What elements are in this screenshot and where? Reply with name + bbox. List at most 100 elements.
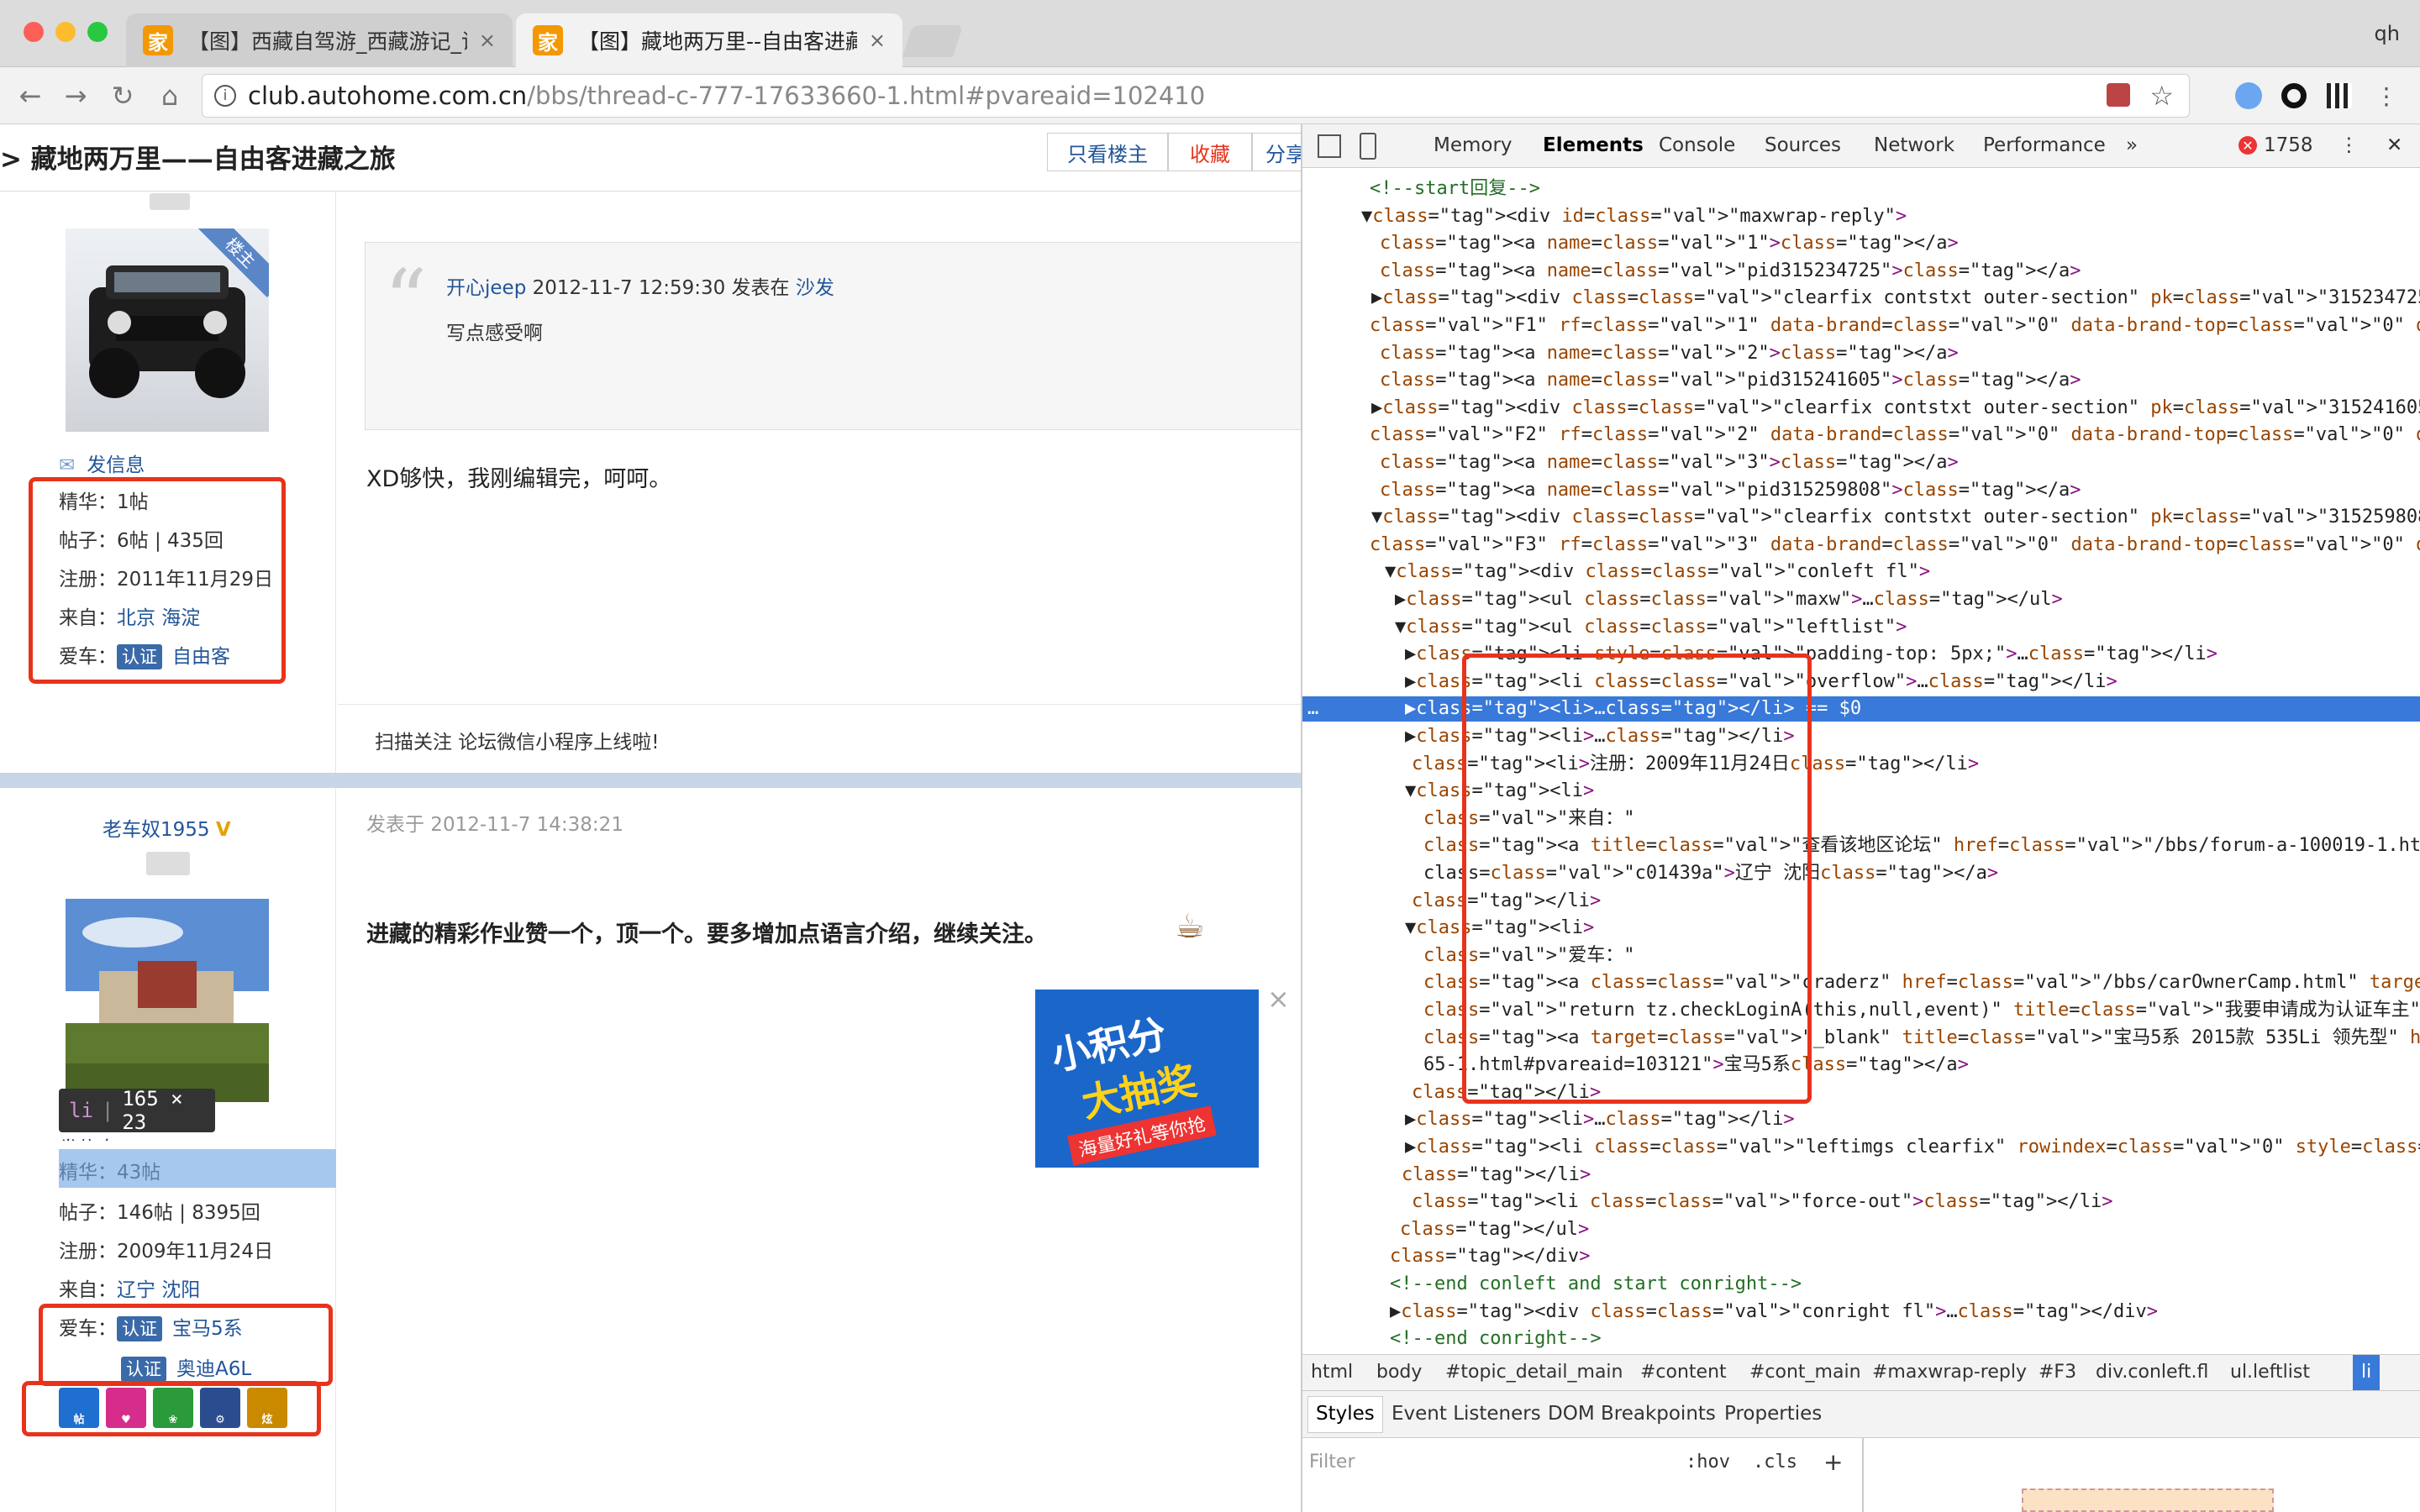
error-count[interactable]: 1758: [2264, 134, 2313, 156]
breadcrumb-item[interactable]: body: [1376, 1362, 1422, 1383]
tab-dom-breakpoints[interactable]: DOM Breakpoints: [1548, 1403, 1716, 1425]
extension-blocked-icon[interactable]: [2107, 83, 2130, 107]
add-style-rule-icon[interactable]: +: [1823, 1448, 1843, 1476]
dom-node-line[interactable]: class="tag"><a name=class="val">"pid3152…: [1302, 368, 2420, 393]
reload-icon[interactable]: ↻: [104, 77, 141, 114]
location-link[interactable]: 辽宁 沈阳: [117, 1279, 200, 1301]
only-op-button[interactable]: 只看楼主: [1047, 133, 1168, 171]
breadcrumb-item-active[interactable]: li: [2353, 1355, 2381, 1390]
more-tabs-icon[interactable]: »: [2126, 134, 2138, 156]
ad-banner[interactable]: 小积分 大抽奖 海量好礼等你抢: [1035, 990, 1259, 1168]
dom-node-line[interactable]: ▶class="tag"><ul class=class="val">"maxw…: [1302, 587, 2420, 612]
forward-icon[interactable]: →: [57, 77, 94, 114]
dom-node-line[interactable]: <!--start回复-->: [1302, 176, 2420, 202]
minimize-window-button[interactable]: [55, 22, 76, 42]
url-path: /bbs/thread-c-777-17633660-1.html#pvarea…: [527, 81, 1206, 110]
dom-node-line[interactable]: ▶class="tag"><li>…class="tag"></li>: [1302, 1107, 2420, 1132]
dom-node-line[interactable]: class="tag"></div>: [1302, 1244, 2420, 1269]
class-toggle[interactable]: .cls: [1753, 1452, 1797, 1473]
address-bar[interactable]: i club.autohome.com.cn/bbs/thread-c-777-…: [202, 74, 2190, 118]
close-window-button[interactable]: [24, 22, 44, 42]
favorite-button[interactable]: 收藏: [1168, 133, 1252, 171]
avatar[interactable]: 楼主: [66, 228, 269, 432]
tab-network[interactable]: Network: [1874, 134, 1954, 156]
quote-user-link[interactable]: 开心jeep: [446, 277, 526, 299]
send-message-link[interactable]: 发信息: [59, 1132, 336, 1141]
dom-node-line[interactable]: class="tag"></ul>: [1302, 1217, 2420, 1242]
username-link[interactable]: 老车奴1955: [103, 819, 210, 841]
tab-sources[interactable]: Sources: [1765, 134, 1841, 156]
dom-node-line[interactable]: ▶class="tag"><div class=class="val">"cle…: [1302, 396, 2420, 421]
tab-memory[interactable]: Memory: [1434, 134, 1512, 156]
breadcrumb-item[interactable]: #F3: [2039, 1362, 2076, 1383]
devtools-element-tooltip: li | 165 × 23: [59, 1087, 215, 1134]
breadcrumb-item[interactable]: #content: [1640, 1362, 1727, 1383]
dom-node-line[interactable]: class="tag"><a name=class="val">"3">clas…: [1302, 450, 2420, 475]
extension-blue-icon[interactable]: [2233, 81, 2264, 111]
new-tab-button[interactable]: [902, 25, 964, 57]
zoom-window-button[interactable]: [87, 22, 108, 42]
tab-properties[interactable]: Properties: [1724, 1403, 1822, 1425]
coffee-emoji-icon: ☕: [1175, 907, 1205, 946]
tab-console[interactable]: Console: [1659, 134, 1735, 156]
inspect-element-icon[interactable]: [1318, 134, 1341, 158]
avatar[interactable]: [66, 899, 269, 1102]
dom-node-line[interactable]: <!--end conright-->: [1302, 1326, 2420, 1352]
node-actions-icon[interactable]: …: [1307, 696, 1318, 722]
dom-node-line[interactable]: ▼class="tag"><div class=class="val">"con…: [1302, 559, 2420, 585]
tab-close-icon[interactable]: ×: [479, 29, 496, 52]
extension-circle-icon[interactable]: [2279, 81, 2309, 111]
dom-node-line[interactable]: class="tag"><a name=class="val">"pid3152…: [1302, 478, 2420, 503]
profile-name[interactable]: qh: [2375, 22, 2400, 45]
send-message-link[interactable]: ✉ 发信息: [59, 449, 145, 477]
stat-jinghua: 精华：43帖: [59, 1162, 161, 1184]
tab-performance[interactable]: Performance: [1983, 134, 2106, 156]
menu-icon[interactable]: ⋮: [2371, 81, 2402, 111]
tab-event-listeners[interactable]: Event Listeners: [1392, 1403, 1541, 1425]
divider: [338, 704, 1301, 705]
footer-note[interactable]: 扫描关注 论坛微信小程序上线啦!: [375, 726, 660, 754]
tab-close-icon[interactable]: ×: [869, 29, 886, 52]
dom-node-line[interactable]: class="val">"F3" rf=class="val">"3" data…: [1302, 533, 2420, 558]
dom-node-line[interactable]: ▼class="tag"><ul class=class="val">"left…: [1302, 615, 2420, 640]
error-icon[interactable]: ✕: [2238, 136, 2257, 155]
back-icon[interactable]: ←: [12, 77, 49, 114]
dom-node-line[interactable]: class="tag"></li>: [1302, 1163, 2420, 1188]
dom-node-line[interactable]: ▶class="tag"><div class=class="val">"con…: [1302, 1299, 2420, 1325]
breadcrumb-item[interactable]: html: [1311, 1362, 1353, 1383]
vip-icon: V: [215, 819, 231, 841]
dom-node-line[interactable]: ▶class="tag"><li class=class="val">"left…: [1302, 1135, 2420, 1160]
styles-filter-input[interactable]: Filter: [1309, 1452, 1355, 1473]
dom-node-line[interactable]: ▼class="tag"><div id=class="val">"maxwra…: [1302, 204, 2420, 229]
info-icon[interactable]: i: [214, 85, 236, 107]
tab-styles[interactable]: Styles: [1316, 1403, 1375, 1425]
breadcrumb-item[interactable]: div.conleft.fl: [2096, 1362, 2208, 1383]
share-button[interactable]: 分享: [1252, 133, 1301, 171]
breadcrumb-item[interactable]: #cont_main: [1749, 1362, 1861, 1383]
dom-node-line[interactable]: class="tag"><a name=class="val">"2">clas…: [1302, 341, 2420, 366]
quote-floor-link[interactable]: 沙发: [796, 277, 834, 299]
device-toolbar-icon[interactable]: [1360, 133, 1376, 160]
browser-tab[interactable]: 家 【图】西藏自驾游_西藏游记_论 ×: [126, 13, 513, 67]
dom-node-line[interactable]: ▶class="tag"><div class=class="val">"cle…: [1302, 286, 2420, 311]
ad-close-icon[interactable]: ×: [1267, 983, 1290, 1015]
devtools-close-icon[interactable]: ✕: [2386, 134, 2402, 156]
dom-node-line[interactable]: class="tag"><a name=class="val">"pid3152…: [1302, 259, 2420, 284]
bookmark-star-icon[interactable]: ☆: [2149, 80, 2174, 112]
browser-tab-active[interactable]: 家 【图】藏地两万里--自由客进藏 ×: [516, 13, 902, 67]
breadcrumb-item[interactable]: ul.leftlist: [2230, 1362, 2310, 1383]
dom-node-line[interactable]: class="val">"F2" rf=class="val">"2" data…: [1302, 423, 2420, 448]
breadcrumb-item[interactable]: #maxwrap-reply: [1872, 1362, 2027, 1383]
dom-node-line[interactable]: class="val">"F1" rf=class="val">"1" data…: [1302, 313, 2420, 339]
dom-node-line[interactable]: class="tag"><a name=class="val">"1">clas…: [1302, 231, 2420, 256]
breadcrumb-item[interactable]: #topic_detail_main: [1445, 1362, 1623, 1383]
hover-state-toggle[interactable]: :hov: [1686, 1452, 1730, 1473]
dom-node-line[interactable]: ▼class="tag"><div class=class="val">"cle…: [1302, 505, 2420, 530]
qr-code-icon[interactable]: [2324, 81, 2354, 111]
quote-text: 写点感受啊: [446, 323, 543, 344]
devtools-menu-icon[interactable]: ⋮: [2339, 134, 2359, 156]
dom-node-line[interactable]: class="tag"><li class=class="val">"force…: [1302, 1189, 2420, 1215]
dom-node-line[interactable]: <!--end conleft and start conright-->: [1302, 1272, 2420, 1297]
home-icon[interactable]: ⌂: [151, 77, 188, 114]
tab-elements[interactable]: Elements: [1543, 134, 1644, 156]
